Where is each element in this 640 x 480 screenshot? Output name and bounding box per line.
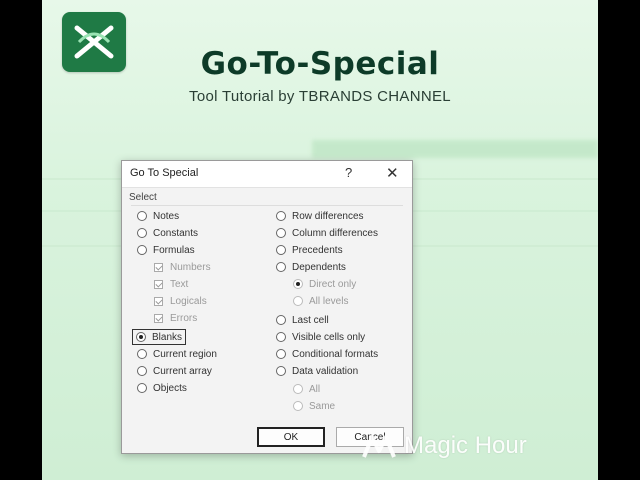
option-same[interactable]: Same <box>293 399 335 413</box>
radio-icon-selected[interactable] <box>136 332 146 342</box>
option-last-cell[interactable]: Last cell <box>276 313 329 327</box>
option-label: Visible cells only <box>292 331 366 343</box>
option-label: Notes <box>153 210 180 222</box>
option-label: All <box>309 383 321 395</box>
go-to-special-dialog: Go To Special ? ✕ Select Notes Constants… <box>121 160 413 454</box>
option-objects[interactable]: Objects <box>137 381 187 395</box>
option-constants[interactable]: Constants <box>137 226 198 240</box>
checkbox-icon[interactable] <box>154 279 163 289</box>
close-icon[interactable]: ✕ <box>386 164 399 182</box>
option-label: Constants <box>153 227 199 239</box>
option-label: Errors <box>170 312 198 324</box>
radio-icon[interactable] <box>137 211 147 221</box>
option-label: Last cell <box>292 314 329 326</box>
option-label: Column differences <box>292 227 378 239</box>
option-label: Text <box>170 278 189 290</box>
dialog-titlebar: Go To Special ? ✕ <box>122 161 412 188</box>
divider <box>131 205 403 206</box>
radio-icon[interactable] <box>293 296 303 306</box>
option-label: Data validation <box>292 365 359 377</box>
option-blanks[interactable]: Blanks <box>131 329 187 345</box>
option-precedents[interactable]: Precedents <box>276 243 343 257</box>
radio-icon[interactable] <box>137 245 147 255</box>
option-label: Dependents <box>292 261 346 273</box>
radio-icon[interactable] <box>293 384 303 394</box>
page-subtitle: Tool Tutorial by TBRANDS CHANNEL <box>189 88 451 105</box>
blurred-background-band <box>312 140 598 158</box>
radio-icon[interactable] <box>137 349 147 359</box>
option-label: Precedents <box>292 244 343 256</box>
option-all[interactable]: All <box>293 382 320 396</box>
option-label: Objects <box>153 382 187 394</box>
option-all-levels[interactable]: All levels <box>293 294 348 308</box>
option-label: Logicals <box>170 295 207 307</box>
option-visible-cells-only[interactable]: Visible cells only <box>276 330 365 344</box>
checkbox-icon[interactable] <box>154 296 163 306</box>
radio-icon[interactable] <box>276 245 286 255</box>
option-label: Conditional formats <box>292 348 379 360</box>
radio-icon[interactable] <box>293 279 303 289</box>
radio-icon[interactable] <box>293 401 303 411</box>
option-label: Row differences <box>292 210 364 222</box>
radio-icon[interactable] <box>276 211 286 221</box>
radio-icon[interactable] <box>137 366 147 376</box>
option-label: Direct only <box>309 278 357 290</box>
help-button[interactable]: ? <box>345 165 352 180</box>
option-label: Formulas <box>153 244 195 256</box>
option-label: Numbers <box>170 261 211 273</box>
ok-button[interactable]: OK <box>257 427 325 447</box>
watermark-text: Magic Hour <box>404 432 527 459</box>
option-label: Blanks <box>152 331 183 343</box>
select-group-label: Select <box>129 192 157 203</box>
option-conditional-formats[interactable]: Conditional formats <box>276 347 378 361</box>
option-current-array[interactable]: Current array <box>137 364 212 378</box>
option-label: Current region <box>153 348 217 360</box>
radio-icon[interactable] <box>276 315 286 325</box>
radio-icon[interactable] <box>276 262 286 272</box>
dialog-title: Go To Special <box>130 167 199 179</box>
option-column-differences[interactable]: Column differences <box>276 226 378 240</box>
option-notes[interactable]: Notes <box>137 209 179 223</box>
option-formulas[interactable]: Formulas <box>137 243 195 257</box>
magic-hour-logo-icon <box>362 435 396 458</box>
radio-icon[interactable] <box>276 228 286 238</box>
checkbox-errors[interactable]: Errors <box>154 311 197 325</box>
checkbox-logicals[interactable]: Logicals <box>154 294 207 308</box>
option-label: All levels <box>309 295 349 307</box>
option-current-region[interactable]: Current region <box>137 347 217 361</box>
radio-icon[interactable] <box>276 332 286 342</box>
checkbox-numbers[interactable]: Numbers <box>154 260 211 274</box>
radio-icon[interactable] <box>137 383 147 393</box>
option-data-validation[interactable]: Data validation <box>276 364 358 378</box>
checkbox-text[interactable]: Text <box>154 277 188 291</box>
option-label: Current array <box>153 365 212 377</box>
radio-icon[interactable] <box>276 349 286 359</box>
option-direct-only[interactable]: Direct only <box>293 277 356 291</box>
magic-hour-watermark: Magic Hour <box>362 432 527 460</box>
checkbox-icon[interactable] <box>154 313 163 323</box>
video-frame: Go-To-Special Tool Tutorial by TBRANDS C… <box>42 0 598 480</box>
radio-icon[interactable] <box>276 366 286 376</box>
radio-icon[interactable] <box>137 228 147 238</box>
checkbox-icon[interactable] <box>154 262 163 272</box>
page-title: Go-To-Special <box>200 46 440 82</box>
option-row-differences[interactable]: Row differences <box>276 209 364 223</box>
option-dependents[interactable]: Dependents <box>276 260 346 274</box>
option-label: Same <box>309 400 336 412</box>
